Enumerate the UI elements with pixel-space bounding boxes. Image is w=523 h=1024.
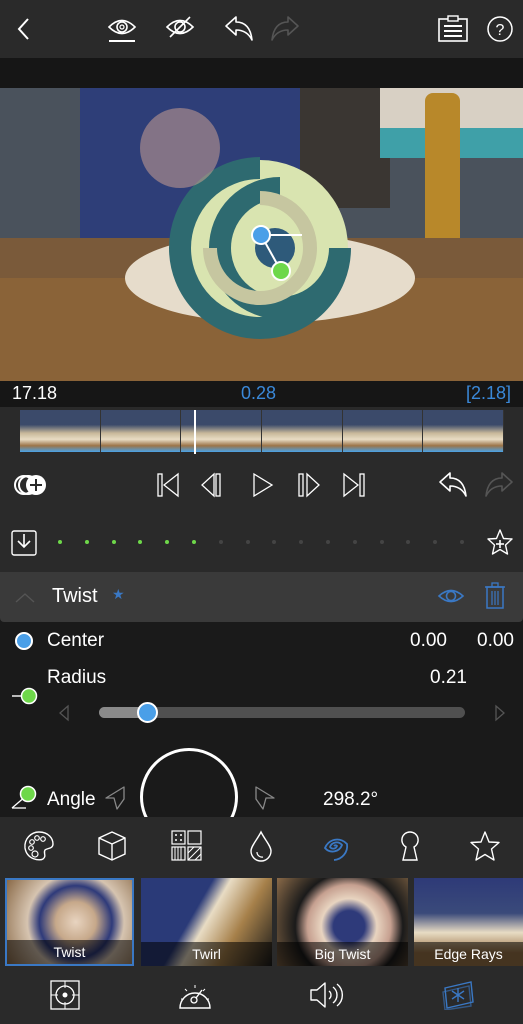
angle-value[interactable]: 298.2° xyxy=(323,789,378,811)
show-effect-icon[interactable] xyxy=(106,14,138,44)
preset-edge-rays[interactable]: Edge Rays xyxy=(414,878,523,966)
effect-parameters: Center 0.00 0.00 Radius 0.21 Angle 298.2… xyxy=(0,622,523,846)
delete-effect-icon[interactable] xyxy=(485,582,505,610)
star-icon[interactable] xyxy=(469,830,501,862)
step-back-icon[interactable] xyxy=(200,472,226,498)
crop-target-icon[interactable] xyxy=(50,980,80,1010)
keyframe-dot[interactable] xyxy=(192,540,196,544)
spiral-icon[interactable] xyxy=(318,830,350,862)
center-y-value[interactable]: 0.00 xyxy=(477,630,514,652)
time-bar: 17.18 0.28 [2.18] xyxy=(0,381,523,407)
keyframe-dot[interactable] xyxy=(379,540,384,544)
top-toolbar: ? xyxy=(0,0,523,58)
redo-icon[interactable] xyxy=(482,470,516,500)
center-label: Center xyxy=(47,630,105,651)
keyframe-dot[interactable] xyxy=(326,540,330,544)
preset-label: Big Twist xyxy=(277,942,408,966)
import-keyframe-icon[interactable] xyxy=(11,530,37,556)
effects-icon[interactable] xyxy=(441,980,477,1010)
add-favorite-icon[interactable] xyxy=(486,528,514,556)
radius-slider[interactable] xyxy=(99,702,465,723)
bottom-navigation xyxy=(0,968,523,1024)
current-time: 17.18 xyxy=(12,383,58,403)
radius-slider-thumb[interactable] xyxy=(136,702,158,723)
toolbar-spacer xyxy=(0,58,523,88)
jump-to-end-icon[interactable] xyxy=(342,472,366,498)
keyframe-dot[interactable] xyxy=(352,540,357,544)
filmstrip-frame xyxy=(342,410,424,452)
redo-icon[interactable] xyxy=(268,14,302,44)
play-icon[interactable] xyxy=(252,472,274,498)
preset-twist[interactable]: Twist xyxy=(5,878,134,966)
radius-decrement-icon[interactable] xyxy=(58,704,70,722)
effect-duration: [2.18] xyxy=(465,383,511,403)
angle-handle[interactable] xyxy=(271,261,291,281)
preset-label: Edge Rays xyxy=(414,942,523,966)
effect-title: Twist xyxy=(52,585,98,607)
filmstrip-frame xyxy=(423,410,504,452)
keyhole-icon[interactable] xyxy=(398,830,422,862)
keyframe-dot[interactable] xyxy=(111,540,116,544)
effect-header[interactable]: Twist ★ xyxy=(0,572,523,622)
speed-gauge-icon[interactable] xyxy=(177,980,213,1010)
step-forward-icon[interactable] xyxy=(297,472,323,498)
undo-icon[interactable] xyxy=(436,470,470,500)
transport-controls xyxy=(0,457,523,512)
preset-label: Twist xyxy=(7,940,132,964)
back-icon[interactable] xyxy=(14,14,34,44)
keyframe-dot[interactable] xyxy=(218,540,223,544)
effect-category-tabs xyxy=(0,817,523,875)
clipboard-icon[interactable] xyxy=(438,14,468,44)
radius-label: Radius xyxy=(47,667,107,688)
jump-to-start-icon[interactable] xyxy=(156,472,180,498)
undo-icon[interactable] xyxy=(222,14,256,44)
keyframe-dot[interactable] xyxy=(245,540,250,544)
filmstrip[interactable] xyxy=(20,410,504,452)
preview-canvas xyxy=(0,88,523,381)
drop-icon[interactable] xyxy=(249,830,273,862)
audio-icon[interactable] xyxy=(309,980,345,1010)
filmstrip-frame xyxy=(100,410,182,452)
favorite-star-icon[interactable]: ★ xyxy=(112,586,125,603)
center-color-dot xyxy=(15,632,33,650)
hide-effect-icon[interactable] xyxy=(164,14,196,44)
keyframe-dot[interactable] xyxy=(84,540,89,544)
filmstrip-frame xyxy=(262,410,343,452)
playhead[interactable] xyxy=(194,410,197,454)
keyframe-dot[interactable] xyxy=(58,540,62,544)
keyframe-dot[interactable] xyxy=(460,540,464,544)
angle-handle-icon xyxy=(10,782,40,812)
keyframe-row xyxy=(0,512,523,572)
collapse-chevron-icon[interactable] xyxy=(14,590,36,604)
rotate-right-icon[interactable] xyxy=(253,785,277,811)
video-preview[interactable] xyxy=(0,88,523,381)
filmstrip-frame xyxy=(20,410,101,452)
radius-increment-icon[interactable] xyxy=(494,704,506,722)
center-handle[interactable] xyxy=(251,225,271,245)
add-layer-icon[interactable] xyxy=(14,472,50,498)
palette-icon[interactable] xyxy=(23,830,55,862)
angle-label: Angle xyxy=(47,789,96,810)
preset-twirl[interactable]: Twirl xyxy=(141,878,272,966)
pattern-icon[interactable] xyxy=(171,830,203,862)
preset-label: Twirl xyxy=(141,942,272,966)
effect-visibility-icon[interactable] xyxy=(437,585,465,607)
center-x-value[interactable]: 0.00 xyxy=(410,630,447,652)
pepper-mill xyxy=(425,93,460,258)
radius-handle-icon xyxy=(10,686,40,706)
rotate-left-icon[interactable] xyxy=(103,785,127,811)
cube-icon[interactable] xyxy=(96,830,128,862)
svg-text:?: ? xyxy=(496,22,505,39)
help-icon[interactable]: ? xyxy=(486,14,514,44)
radius-value[interactable]: 0.21 xyxy=(430,667,467,689)
preset-big-twist[interactable]: Big Twist xyxy=(277,878,408,966)
effect-time: 0.28 xyxy=(241,383,277,403)
